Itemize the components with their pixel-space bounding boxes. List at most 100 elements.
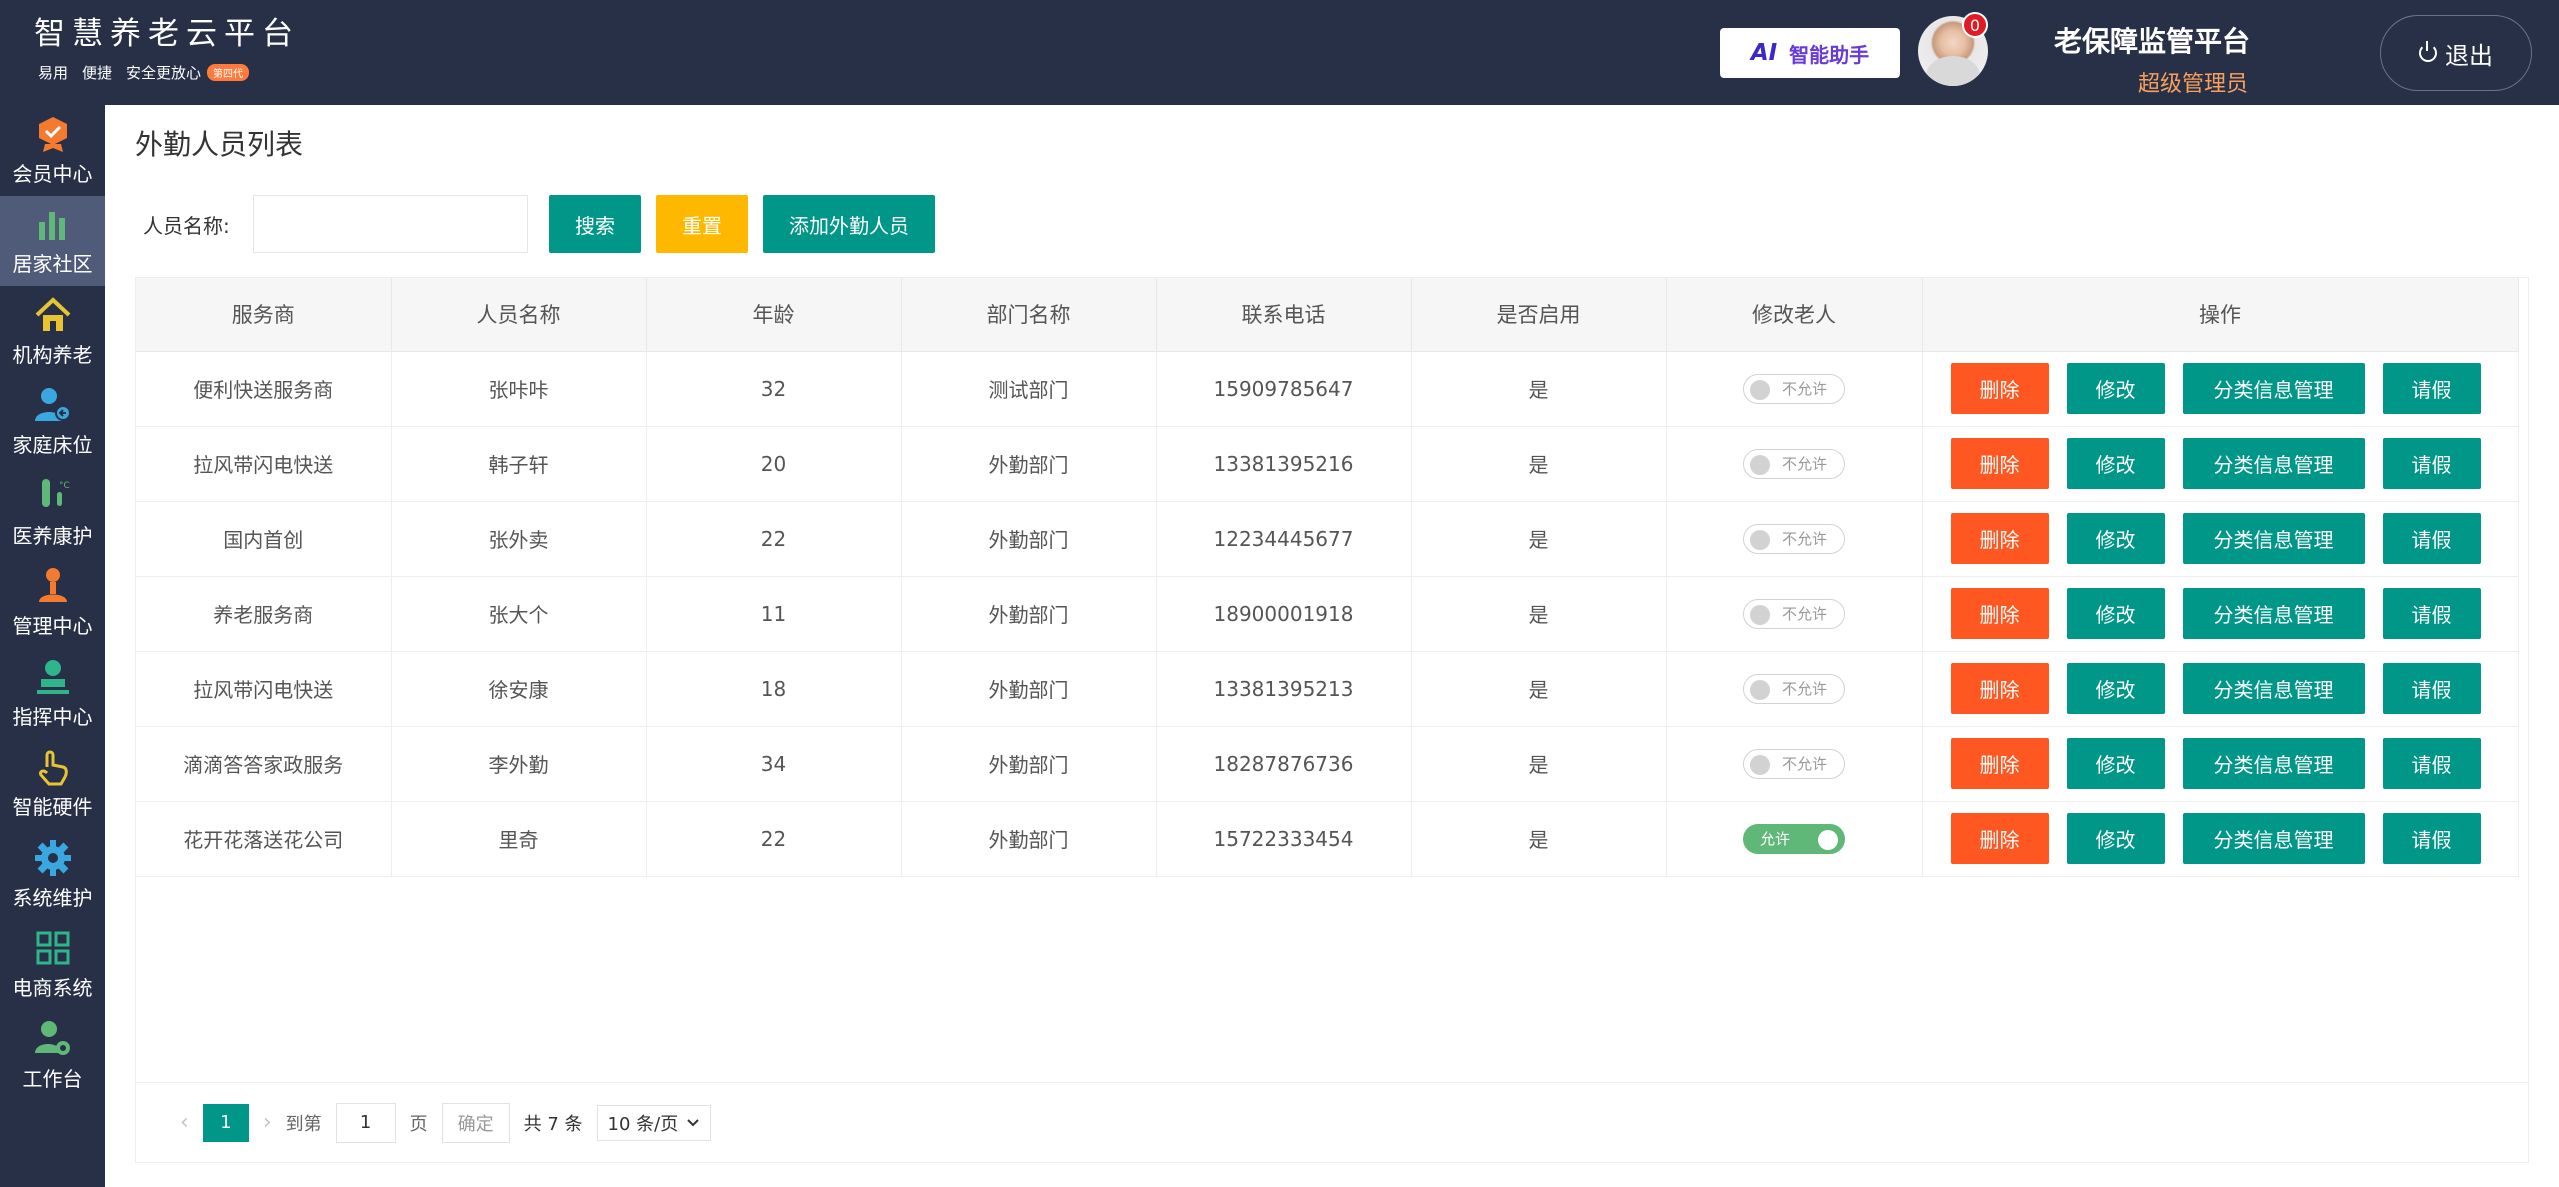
delete-button[interactable]: 删除	[1950, 588, 2049, 639]
gear-icon	[33, 838, 73, 878]
notification-badge[interactable]: 0	[1962, 12, 1988, 38]
cell-enabled: 是	[1411, 351, 1667, 427]
cell-modify-elder: 不允许	[1666, 426, 1923, 502]
sidebar-item[interactable]: 机构养老	[0, 286, 105, 377]
goto-page-input[interactable]: 1	[335, 1102, 396, 1143]
prev-page-icon[interactable]: ‹	[180, 1110, 189, 1135]
leave-button[interactable]: 请假	[2382, 438, 2481, 489]
power-icon	[2419, 41, 2437, 62]
sidebar-item[interactable]: 系统维护	[0, 829, 105, 920]
page-size-select[interactable]: 10 条/页	[596, 1104, 712, 1141]
category-info-button[interactable]: 分类信息管理	[2182, 663, 2365, 714]
category-info-button[interactable]: 分类信息管理	[2182, 588, 2365, 639]
cell-provider: 拉风带闪电快送	[136, 426, 392, 502]
edit-button[interactable]: 修改	[2066, 438, 2165, 489]
delete-button[interactable]: 删除	[1950, 438, 2049, 489]
cell-staff-name: 张大个	[391, 576, 647, 652]
modify-elder-toggle[interactable]: 不允许	[1743, 598, 1845, 629]
edit-button[interactable]: 修改	[2066, 663, 2165, 714]
modify-elder-toggle[interactable]: 不允许	[1743, 748, 1845, 779]
modify-elder-toggle[interactable]: 不允许	[1743, 523, 1845, 554]
cell-modify-elder: 不允许	[1666, 351, 1923, 427]
sidebar-item[interactable]: °C 医养康护	[0, 467, 105, 558]
cell-department: 外勤部门	[901, 726, 1157, 802]
cell-department: 外勤部门	[901, 801, 1157, 877]
cell-provider: 国内首创	[136, 501, 392, 577]
sidebar-item[interactable]: 电商系统	[0, 920, 105, 1011]
add-staff-button[interactable]: 添加外勤人员	[763, 195, 935, 253]
sidebar-item[interactable]: 家庭床位	[0, 377, 105, 468]
logout-button[interactable]: 退出	[2380, 15, 2532, 91]
sidebar-item-label: 家庭床位	[12, 433, 93, 458]
modify-elder-toggle[interactable]: 不允许	[1743, 448, 1845, 479]
platform-name: 老保障监管平台	[2053, 25, 2250, 58]
delete-button[interactable]: 删除	[1950, 738, 2049, 789]
edit-button[interactable]: 修改	[2066, 738, 2165, 789]
modify-elder-toggle[interactable]: 允许	[1743, 823, 1845, 854]
table-header-row: 服务商 人员名称 年龄 部门名称 联系电话 是否启用 修改老人 操作	[136, 278, 2519, 352]
category-info-button[interactable]: 分类信息管理	[2182, 513, 2365, 564]
cell-actions: 删除 修改 分类信息管理 请假	[1922, 801, 2519, 877]
edit-button[interactable]: 修改	[2066, 363, 2165, 414]
staff-table: 服务商 人员名称 年龄 部门名称 联系电话 是否启用 修改老人 操作 便利快送服…	[136, 278, 2519, 877]
sidebar-item[interactable]: 会员中心	[0, 105, 105, 196]
cell-actions: 删除 修改 分类信息管理 请假	[1922, 426, 2519, 502]
user-role: 超级管理员	[2137, 72, 2248, 97]
cell-modify-elder: 不允许	[1666, 576, 1923, 652]
sidebar-item[interactable]: 智能硬件	[0, 739, 105, 830]
sidebar-item[interactable]: 指挥中心	[0, 648, 105, 739]
pagination: ‹ 1 › 到第 1 页 确定 共 7 条 10 条/页	[136, 1082, 2528, 1162]
category-info-button[interactable]: 分类信息管理	[2182, 363, 2365, 414]
edit-button[interactable]: 修改	[2066, 513, 2165, 564]
modify-elder-toggle[interactable]: 不允许	[1743, 373, 1845, 404]
cell-department: 外勤部门	[901, 576, 1157, 652]
sidebar-item-label: 指挥中心	[12, 704, 93, 729]
cell-provider: 花开花落送花公司	[136, 801, 392, 877]
cell-staff-name: 徐安康	[391, 651, 647, 727]
logout-label: 退出	[2445, 41, 2493, 70]
cell-age: 22	[646, 501, 902, 577]
sidebar-item[interactable]: 居家社区	[0, 195, 105, 286]
category-info-button[interactable]: 分类信息管理	[2182, 738, 2365, 789]
leave-button[interactable]: 请假	[2382, 813, 2481, 864]
delete-button[interactable]: 删除	[1950, 513, 2049, 564]
category-info-button[interactable]: 分类信息管理	[2182, 813, 2365, 864]
ai-icon: AI	[1750, 40, 1778, 66]
sidebar-item[interactable]: 管理中心	[0, 558, 105, 649]
cell-department: 外勤部门	[901, 651, 1157, 727]
delete-button[interactable]: 删除	[1950, 363, 2049, 414]
edit-button[interactable]: 修改	[2066, 813, 2165, 864]
page-current[interactable]: 1	[202, 1103, 249, 1142]
edit-button[interactable]: 修改	[2066, 588, 2165, 639]
sidebar-item-label: 机构养老	[12, 342, 93, 367]
cell-age: 22	[646, 801, 902, 877]
ai-assistant-button[interactable]: AI 智能助手	[1720, 28, 1900, 78]
leave-button[interactable]: 请假	[2382, 738, 2481, 789]
leave-button[interactable]: 请假	[2382, 513, 2481, 564]
leave-button[interactable]: 请假	[2382, 663, 2481, 714]
brand-tag: 易用	[38, 64, 69, 82]
delete-button[interactable]: 删除	[1950, 813, 2049, 864]
cell-age: 18	[646, 651, 902, 727]
bar-chart-icon	[33, 204, 73, 244]
leave-button[interactable]: 请假	[2382, 588, 2481, 639]
column-header: 联系电话	[1156, 278, 1412, 352]
cell-phone: 15722333454	[1156, 801, 1412, 877]
staff-table-container: 服务商 人员名称 年龄 部门名称 联系电话 是否启用 修改老人 操作 便利快送服…	[135, 277, 2529, 1163]
next-page-icon[interactable]: ›	[263, 1110, 272, 1135]
column-header: 操作	[1922, 278, 2519, 352]
total-count: 共 7 条	[523, 1113, 583, 1135]
search-button[interactable]: 搜索	[549, 195, 641, 253]
name-search-input[interactable]	[253, 195, 528, 253]
goto-confirm-button[interactable]: 确定	[441, 1102, 510, 1143]
category-info-button[interactable]: 分类信息管理	[2182, 438, 2365, 489]
member-badge-icon	[33, 114, 73, 154]
user-gear-icon	[33, 1019, 73, 1059]
delete-button[interactable]: 删除	[1950, 663, 2049, 714]
leave-button[interactable]: 请假	[2382, 363, 2481, 414]
sidebar-item[interactable]: 工作台	[0, 1010, 105, 1101]
reset-button[interactable]: 重置	[656, 195, 748, 253]
column-header: 人员名称	[391, 278, 647, 352]
modify-elder-toggle[interactable]: 不允许	[1743, 673, 1845, 704]
brand-tag: 便捷	[82, 64, 113, 82]
